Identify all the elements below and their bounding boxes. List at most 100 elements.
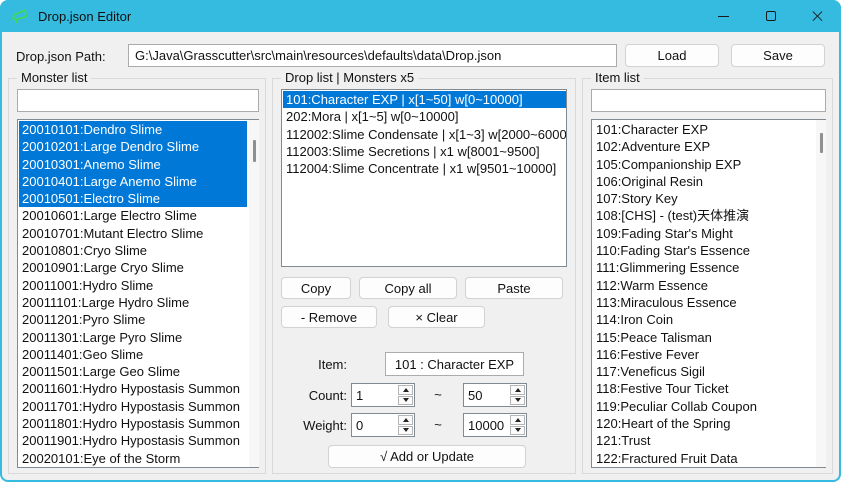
save-button[interactable]: Save xyxy=(731,44,825,67)
spin-down-icon[interactable] xyxy=(510,426,525,436)
minimize-button[interactable] xyxy=(700,0,747,32)
spin-down-icon[interactable] xyxy=(398,396,413,406)
item-list-scroll-thumb[interactable] xyxy=(820,133,823,153)
item-label: Item: xyxy=(281,357,347,372)
monster-list-item[interactable]: 20010801:Cryo Slime xyxy=(19,242,247,259)
count-min-spinner[interactable] xyxy=(351,383,415,407)
item-list-item[interactable]: 116:Festive Fever xyxy=(593,346,814,363)
spin-down-icon[interactable] xyxy=(398,426,413,436)
path-input[interactable] xyxy=(128,44,617,67)
item-list-item[interactable]: 108:[CHS] - (test)天体推演 xyxy=(593,207,814,224)
item-list-item[interactable]: 111:Glimmering Essence xyxy=(593,259,814,276)
item-list-item[interactable]: 115:Peace Talisman xyxy=(593,329,814,346)
copy-button[interactable]: Copy xyxy=(281,277,351,299)
spin-up-icon[interactable] xyxy=(510,385,525,395)
item-list-item[interactable]: 113:Miraculous Essence xyxy=(593,294,814,311)
monster-list-item[interactable]: 20020101:Eye of the Storm xyxy=(19,450,247,467)
count-range-separator: ~ xyxy=(428,387,448,402)
maximize-button[interactable] xyxy=(747,0,794,32)
maximize-icon xyxy=(766,11,776,21)
monster-list-scrollbar[interactable] xyxy=(249,120,259,467)
count-min-spin-buttons xyxy=(398,385,413,405)
spin-up-icon[interactable] xyxy=(510,415,525,425)
item-list-item[interactable]: 109:Fading Star's Might xyxy=(593,225,814,242)
item-list-item[interactable]: 105:Companionship EXP xyxy=(593,156,814,173)
weight-min-input[interactable] xyxy=(352,414,397,436)
monster-list-item[interactable]: 20011601:Hydro Hypostasis Summon xyxy=(19,380,247,397)
monster-list-item[interactable]: 20010701:Mutant Electro Slime xyxy=(19,225,247,242)
item-listbox: 101:Character EXP102:Adventure EXP105:Co… xyxy=(591,119,826,468)
monster-list-item[interactable]: 20010401:Large Anemo Slime xyxy=(19,173,247,190)
title-bar: Drop.json Editor × xyxy=(0,0,841,32)
drop-list-item[interactable]: 112002:Slime Condensate | x[1~3] w[2000~… xyxy=(283,126,566,143)
count-max-input[interactable] xyxy=(464,384,509,406)
drop-list-item[interactable]: 112004:Slime Concentrate | x1 w[9501~100… xyxy=(283,160,566,177)
spin-up-icon[interactable] xyxy=(398,385,413,395)
app-megaphone-icon xyxy=(10,7,30,25)
drop-list-group: Drop list | Monsters x5 101:Character EX… xyxy=(272,78,576,474)
count-label: Count: xyxy=(281,388,347,403)
weight-min-spinner[interactable] xyxy=(351,413,415,437)
monster-list-item[interactable]: 20011901:Hydro Hypostasis Summon xyxy=(19,432,247,449)
monster-list-item[interactable]: 20011401:Geo Slime xyxy=(19,346,247,363)
item-list-group-title: Item list xyxy=(591,70,644,85)
minimize-icon xyxy=(718,16,729,17)
monster-list-item[interactable]: 20011701:Hydro Hypostasis Summon xyxy=(19,398,247,415)
item-list-group: Item list 101:Character EXP102:Adventure… xyxy=(582,78,833,474)
remove-button[interactable]: - Remove xyxy=(281,306,377,328)
item-list-item[interactable]: 107:Story Key xyxy=(593,190,814,207)
monster-list-item[interactable]: 20010601:Large Electro Slime xyxy=(19,207,247,224)
monster-list-group-title: Monster list xyxy=(17,70,91,85)
monster-list-item[interactable]: 20010301:Anemo Slime xyxy=(19,156,247,173)
monster-list-item[interactable]: 20011801:Hydro Hypostasis Summon xyxy=(19,415,247,432)
weight-min-spin-buttons xyxy=(398,415,413,435)
drop-list-item[interactable]: 101:Character EXP | x[1~50] w[0~10000] xyxy=(283,91,566,108)
weight-range-separator: ~ xyxy=(428,417,448,432)
monster-list-item[interactable]: 20010201:Large Dendro Slime xyxy=(19,138,247,155)
item-list-item[interactable]: 114:Iron Coin xyxy=(593,311,814,328)
item-list-item[interactable]: 101:Character EXP xyxy=(593,121,814,138)
item-list-item[interactable]: 112:Warm Essence xyxy=(593,277,814,294)
copy-all-button[interactable]: Copy all xyxy=(359,277,457,299)
item-filter-input[interactable] xyxy=(591,89,826,112)
path-label: Drop.json Path: xyxy=(16,49,106,64)
monster-list-item[interactable]: 20010101:Dendro Slime xyxy=(19,121,247,138)
monster-list-item[interactable]: 20011501:Large Geo Slime xyxy=(19,363,247,380)
item-list-item[interactable]: 118:Festive Tour Ticket xyxy=(593,380,814,397)
item-list-item[interactable]: 119:Peculiar Collab Coupon xyxy=(593,398,814,415)
drop-list-item[interactable]: 202:Mora | x[1~5] w[0~10000] xyxy=(283,108,566,125)
item-list-item[interactable]: 121:Trust xyxy=(593,432,814,449)
drop-list-item[interactable]: 112003:Slime Secretions | x1 w[8001~9500… xyxy=(283,143,566,160)
count-max-spinner[interactable] xyxy=(463,383,527,407)
drop-list-group-title: Drop list | Monsters x5 xyxy=(281,70,418,85)
item-list-item[interactable]: 102:Adventure EXP xyxy=(593,138,814,155)
close-button[interactable]: × xyxy=(794,0,841,32)
item-list-item[interactable]: 110:Fading Star's Essence xyxy=(593,242,814,259)
window-controls: × xyxy=(700,0,841,32)
weight-max-spinner[interactable] xyxy=(463,413,527,437)
monster-list-item[interactable]: 20010501:Electro Slime xyxy=(19,190,247,207)
item-list-item[interactable]: 120:Heart of the Spring xyxy=(593,415,814,432)
monster-list-scroll-thumb[interactable] xyxy=(253,140,256,162)
item-list-scrollbar[interactable] xyxy=(816,120,826,467)
monster-list-item[interactable]: 20010901:Large Cryo Slime xyxy=(19,259,247,276)
clear-button[interactable]: × Clear xyxy=(388,306,485,328)
item-list-item[interactable]: 122:Fractured Fruit Data xyxy=(593,450,814,467)
item-list-item[interactable]: 106:Original Resin xyxy=(593,173,814,190)
monster-listbox: 20010101:Dendro Slime20010201:Large Dend… xyxy=(17,119,259,468)
monster-list-item[interactable]: 20011201:Pyro Slime xyxy=(19,311,247,328)
spin-up-icon[interactable] xyxy=(398,415,413,425)
weight-max-spin-buttons xyxy=(510,415,525,435)
item-list-item[interactable]: 117:Veneficus Sigil xyxy=(593,363,814,380)
count-min-input[interactable] xyxy=(352,384,397,406)
paste-button[interactable]: Paste xyxy=(465,277,563,299)
monster-list-item[interactable]: 20011001:Hydro Slime xyxy=(19,277,247,294)
spin-down-icon[interactable] xyxy=(510,396,525,406)
monster-filter-input[interactable] xyxy=(17,89,259,112)
weight-max-input[interactable] xyxy=(464,414,509,436)
monster-list-item[interactable]: 20011101:Large Hydro Slime xyxy=(19,294,247,311)
monster-list-item[interactable]: 20011301:Large Pyro Slime xyxy=(19,329,247,346)
load-button[interactable]: Load xyxy=(625,44,719,67)
add-or-update-button[interactable]: √ Add or Update xyxy=(328,445,526,468)
selected-item-field[interactable]: 101 : Character EXP xyxy=(385,352,524,376)
